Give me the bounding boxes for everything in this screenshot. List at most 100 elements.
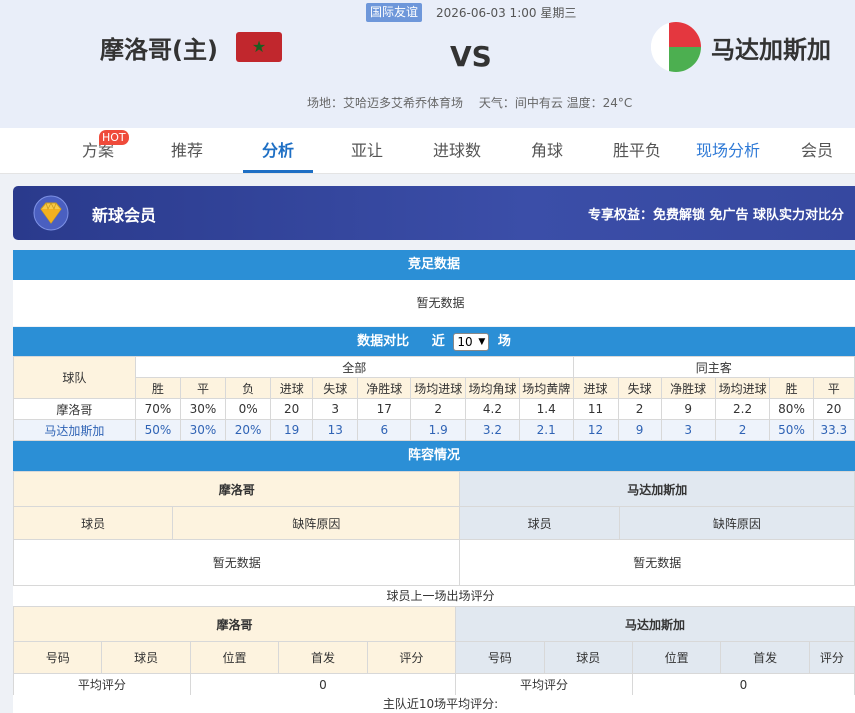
col-header: 失球 (617, 377, 662, 399)
stat-cell: 70% (134, 398, 181, 420)
team-cell[interactable]: 摩洛哥 (13, 398, 136, 420)
tab-goals[interactable]: 进球数 (433, 128, 481, 174)
stat-cell: 9 (617, 419, 662, 441)
ratings-table: 摩洛哥 马达加斯加 号码 球员 位置 首发 评分 号码 球员 位置 首发 评分 … (12, 606, 855, 696)
match-header: 国际友谊 2026-06-03 1:00 星期三 摩洛哥(主) ★ VS 马达加… (0, 0, 855, 128)
ratings-caption: 球员上一场出场评分 (13, 586, 855, 606)
lineup-table: 摩洛哥 马达加斯加 球员 缺阵原因 球员 缺阵原因 暂无数据 暂无数据 (12, 471, 855, 586)
venue-weather: 场地：艾哈迈多艾希乔体育场 天气：间中有云 温度：24°C (307, 96, 633, 110)
stat-cell: 3 (312, 398, 359, 420)
stat-cell: 30% (179, 398, 227, 420)
vip-perks: 专享权益：免费解锁 免广告 球队实力对比分 (588, 208, 845, 223)
match-datetime: 2026-06-03 1:00 星期三 (436, 6, 577, 20)
col-header: 球员 (101, 641, 191, 674)
col-header: 胜 (769, 377, 814, 399)
col-header: 位置 (189, 641, 280, 674)
stat-cell: 50% (134, 419, 181, 441)
stat-cell: 17 (357, 398, 412, 420)
home-recent-avg-caption: 主队近10场平均评分: (13, 695, 855, 713)
recent-count-select[interactable]: 10 ▼ (453, 332, 490, 351)
tab-live-analysis[interactable]: 现场分析 (696, 128, 760, 174)
stat-cell: 1.4 (518, 398, 574, 420)
stat-cell: 20 (270, 398, 314, 420)
lineup-home-team: 摩洛哥 (12, 471, 461, 507)
stat-cell: 1.9 (410, 419, 467, 441)
group-same-header: 同主客 (572, 356, 855, 378)
stat-cell: 9 (660, 398, 716, 420)
away-avg-value: 0 (631, 673, 855, 696)
home-team-name[interactable]: 摩洛哥(主) (100, 30, 218, 65)
col-header: 场均黄牌 (518, 377, 574, 399)
stat-cell: 2.2 (714, 398, 771, 420)
col-header: 平 (812, 377, 855, 399)
stat-cell: 20% (225, 419, 272, 441)
vip-banner[interactable]: 新球会员 专享权益：免费解锁 免广告 球队实力对比分 (13, 186, 855, 240)
lineup-away-team: 马达加斯加 (459, 471, 855, 507)
col-header: 首发 (278, 641, 368, 674)
group-all-header: 全部 (134, 356, 574, 378)
recent-prefix: 近 (431, 334, 445, 349)
tab-analysis[interactable]: 分析 (262, 128, 294, 174)
chevron-down-icon: ▼ (478, 336, 486, 347)
stat-cell: 3 (660, 419, 716, 441)
recent-suffix: 场 (497, 334, 511, 349)
tab-recommend[interactable]: 推荐 (171, 128, 203, 174)
stat-cell: 20 (812, 398, 855, 420)
morocco-flag-icon: ★ (236, 32, 282, 62)
col-header: 缺阵原因 (618, 506, 855, 540)
away-avg-label: 平均评分 (455, 673, 633, 696)
col-header: 进球 (270, 377, 314, 399)
stat-cell: 2 (617, 398, 662, 420)
tab-membership[interactable]: 会员 (801, 128, 833, 174)
ratings-away-team: 马达加斯加 (455, 606, 855, 642)
vs-label: VS (450, 40, 492, 73)
vip-title: 新球会员 (92, 206, 157, 225)
tab-asian-handicap[interactable]: 亚让 (351, 128, 383, 174)
col-header: 缺阵原因 (172, 506, 461, 540)
stat-cell: 33.3 (812, 419, 855, 441)
team-cell[interactable]: 马达加斯加 (13, 419, 136, 441)
col-header: 净胜球 (357, 377, 412, 399)
jingzu-empty: 暂无数据 (13, 280, 855, 326)
col-header: 评分 (366, 641, 457, 674)
stat-cell: 30% (179, 419, 227, 441)
col-header: 胜 (134, 377, 181, 399)
stat-cell: 80% (769, 398, 814, 420)
compare-section-header: 数据对比 近 10 ▼ 场 (13, 327, 855, 357)
col-header: 球员 (543, 641, 633, 674)
compare-title: 数据对比 (357, 334, 410, 349)
stat-cell: 11 (572, 398, 619, 420)
home-avg-value: 0 (189, 673, 457, 696)
table-row: 摩洛哥 70% 30% 0% 20 3 17 2 4.2 1.4 11 2 9 … (13, 398, 855, 420)
away-team-name[interactable]: 马达加斯加 (711, 30, 831, 65)
col-header: 位置 (631, 641, 722, 674)
col-header: 首发 (720, 641, 810, 674)
col-header: 号码 (455, 641, 545, 674)
hot-badge: HOT (99, 130, 129, 145)
col-header: 场均角球 (465, 377, 520, 399)
stat-cell: 50% (769, 419, 814, 441)
col-header: 失球 (312, 377, 359, 399)
tab-win-draw-lose[interactable]: 胜平负 (613, 128, 661, 174)
stat-cell: 3.2 (465, 419, 520, 441)
stat-cell: 4.2 (465, 398, 520, 420)
lineup-home-empty: 暂无数据 (12, 539, 461, 586)
team-column-header: 球队 (13, 356, 136, 399)
ratings-home-team: 摩洛哥 (12, 606, 457, 642)
col-header: 场均进球 (714, 377, 771, 399)
stat-cell: 2 (410, 398, 467, 420)
madagascar-flag-icon (651, 22, 701, 72)
tab-corners[interactable]: 角球 (531, 128, 563, 174)
col-header: 进球 (572, 377, 619, 399)
col-header: 场均进球 (410, 377, 467, 399)
col-header: 评分 (808, 641, 855, 674)
stat-cell: 2.1 (518, 419, 574, 441)
stat-cell: 19 (270, 419, 314, 441)
lineup-away-empty: 暂无数据 (459, 539, 855, 586)
stat-cell: 6 (357, 419, 412, 441)
col-header: 号码 (12, 641, 103, 674)
col-header: 球员 (12, 506, 174, 540)
stat-cell: 2 (714, 419, 771, 441)
active-tab-indicator (243, 170, 313, 173)
competition-badge: 国际友谊 (366, 3, 423, 22)
